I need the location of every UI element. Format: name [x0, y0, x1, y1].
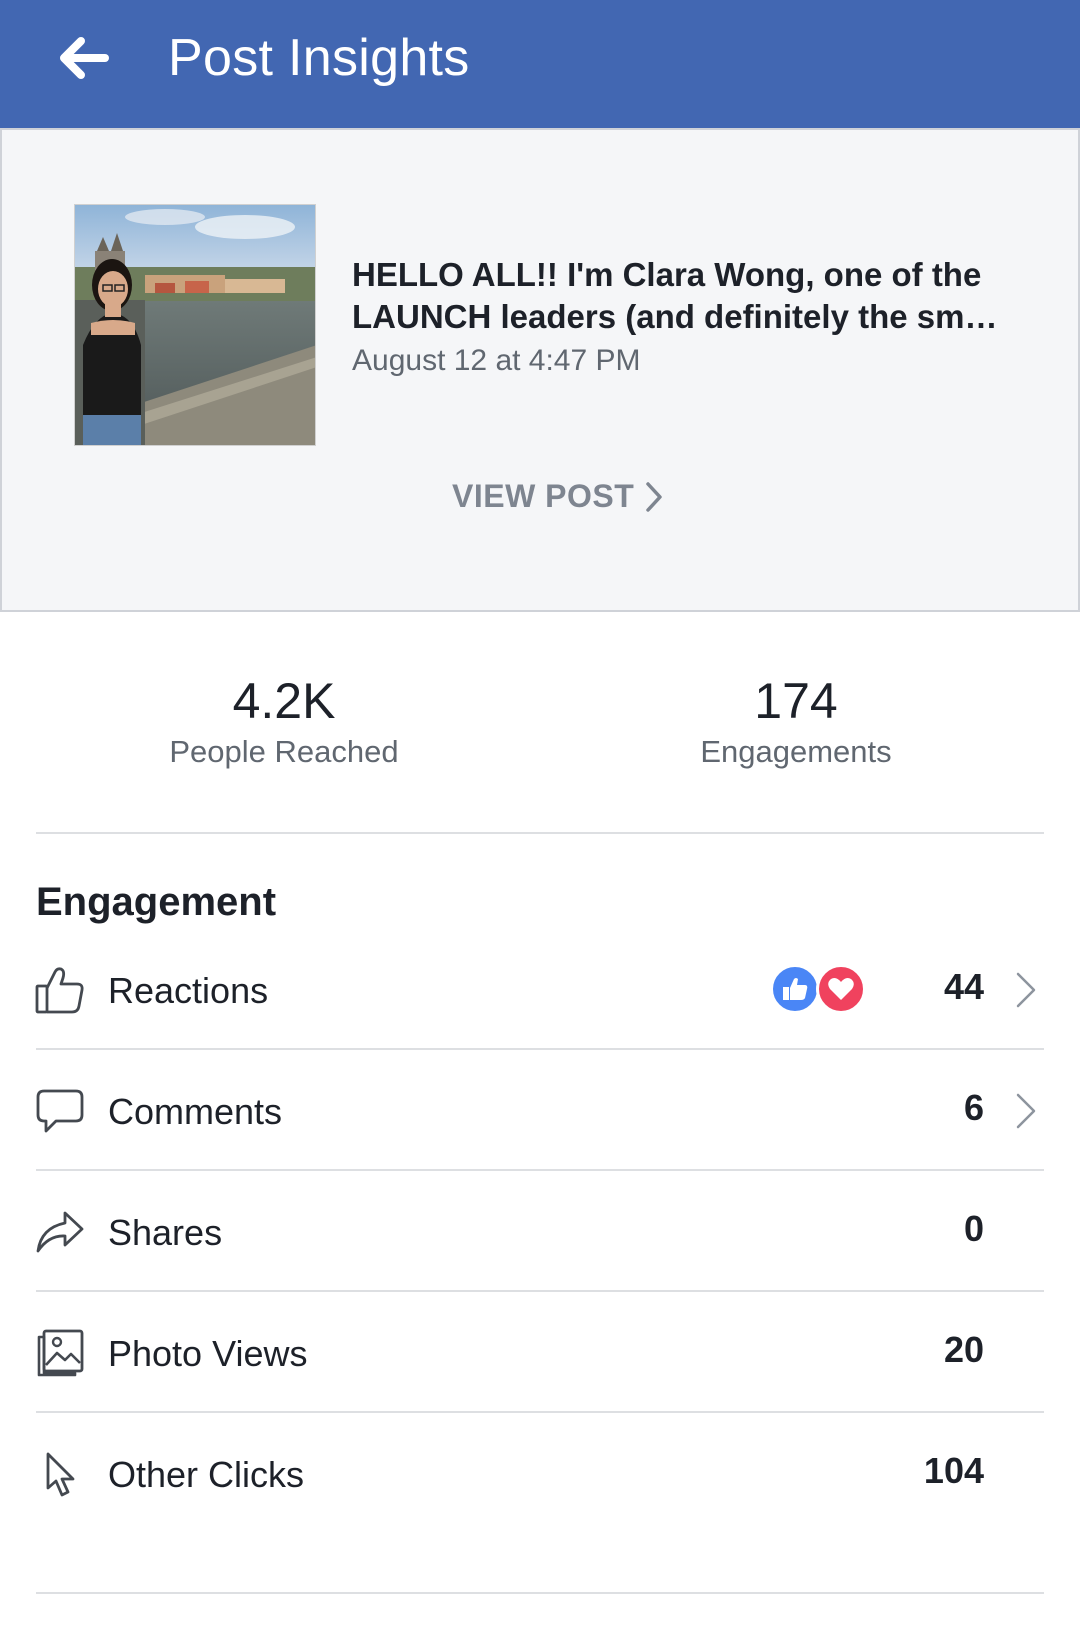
shares-row: Shares 0 — [0, 1172, 1080, 1292]
people-reached-value: 4.2K — [232, 673, 336, 729]
photo-views-count: 20 — [943, 1329, 984, 1370]
comments-row[interactable]: Comments 6 — [0, 1051, 1080, 1171]
view-post-button[interactable]: VIEW POST — [452, 478, 664, 515]
other-clicks-label: Other Clicks — [108, 1454, 305, 1495]
love-reaction-icon — [816, 964, 866, 1014]
shares-count: 0 — [963, 1208, 984, 1249]
arrow-left-icon — [60, 37, 109, 79]
thumbs-up-icon — [34, 964, 86, 1016]
photo-views-label: Photo Views — [108, 1333, 308, 1374]
page-title: Post Insights — [168, 29, 470, 87]
comments-count: 6 — [963, 1087, 984, 1128]
comment-bubble-icon — [34, 1085, 86, 1137]
reaction-types — [770, 964, 870, 1014]
divider — [36, 1592, 1044, 1594]
divider — [36, 1169, 1044, 1171]
people-reached-stat: 4.2K People Reached — [84, 670, 484, 770]
post-preview-card: HELLO ALL!! I'm Clara Wong, one of the L… — [0, 128, 1080, 612]
divider — [36, 832, 1044, 834]
chevron-right-icon — [646, 481, 663, 512]
comments-label: Comments — [108, 1091, 283, 1132]
people-reached-label: People Reached — [169, 734, 399, 769]
cursor-icon — [34, 1448, 86, 1500]
divider — [36, 1048, 1044, 1050]
photo-icon — [34, 1327, 86, 1379]
post-message: HELLO ALL!! I'm Clara Wong, one of the L… — [352, 256, 998, 335]
back-button[interactable] — [56, 34, 112, 82]
app-header: Post Insights — [0, 0, 1080, 128]
share-arrow-icon — [34, 1206, 86, 1258]
photo-illustration — [75, 205, 315, 445]
reactions-row[interactable]: Reactions 44 — [0, 930, 1080, 1050]
photo-views-row: Photo Views 20 — [0, 1293, 1080, 1413]
view-post-label: VIEW POST — [452, 478, 635, 514]
post-photo-thumbnail[interactable] — [74, 204, 316, 446]
chevron-right-icon — [1016, 972, 1036, 1008]
reactions-label: Reactions — [108, 970, 269, 1011]
other-clicks-count: 104 — [923, 1450, 984, 1491]
divider — [36, 1411, 1044, 1413]
engagements-stat: 174 Engagements — [596, 670, 996, 770]
divider — [36, 1290, 1044, 1292]
engagements-value: 174 — [754, 673, 838, 729]
other-clicks-row: Other Clicks 104 — [0, 1414, 1080, 1534]
post-timestamp: August 12 at 4:47 PM — [352, 344, 641, 377]
engagements-label: Engagements — [700, 734, 892, 769]
shares-label: Shares — [108, 1212, 223, 1253]
engagement-section-title: Engagement — [36, 880, 277, 924]
post-text-block: HELLO ALL!! I'm Clara Wong, one of the L… — [352, 254, 1032, 378]
chevron-right-icon — [1016, 1093, 1036, 1129]
like-reaction-icon — [770, 964, 820, 1014]
reactions-count: 44 — [943, 966, 984, 1007]
